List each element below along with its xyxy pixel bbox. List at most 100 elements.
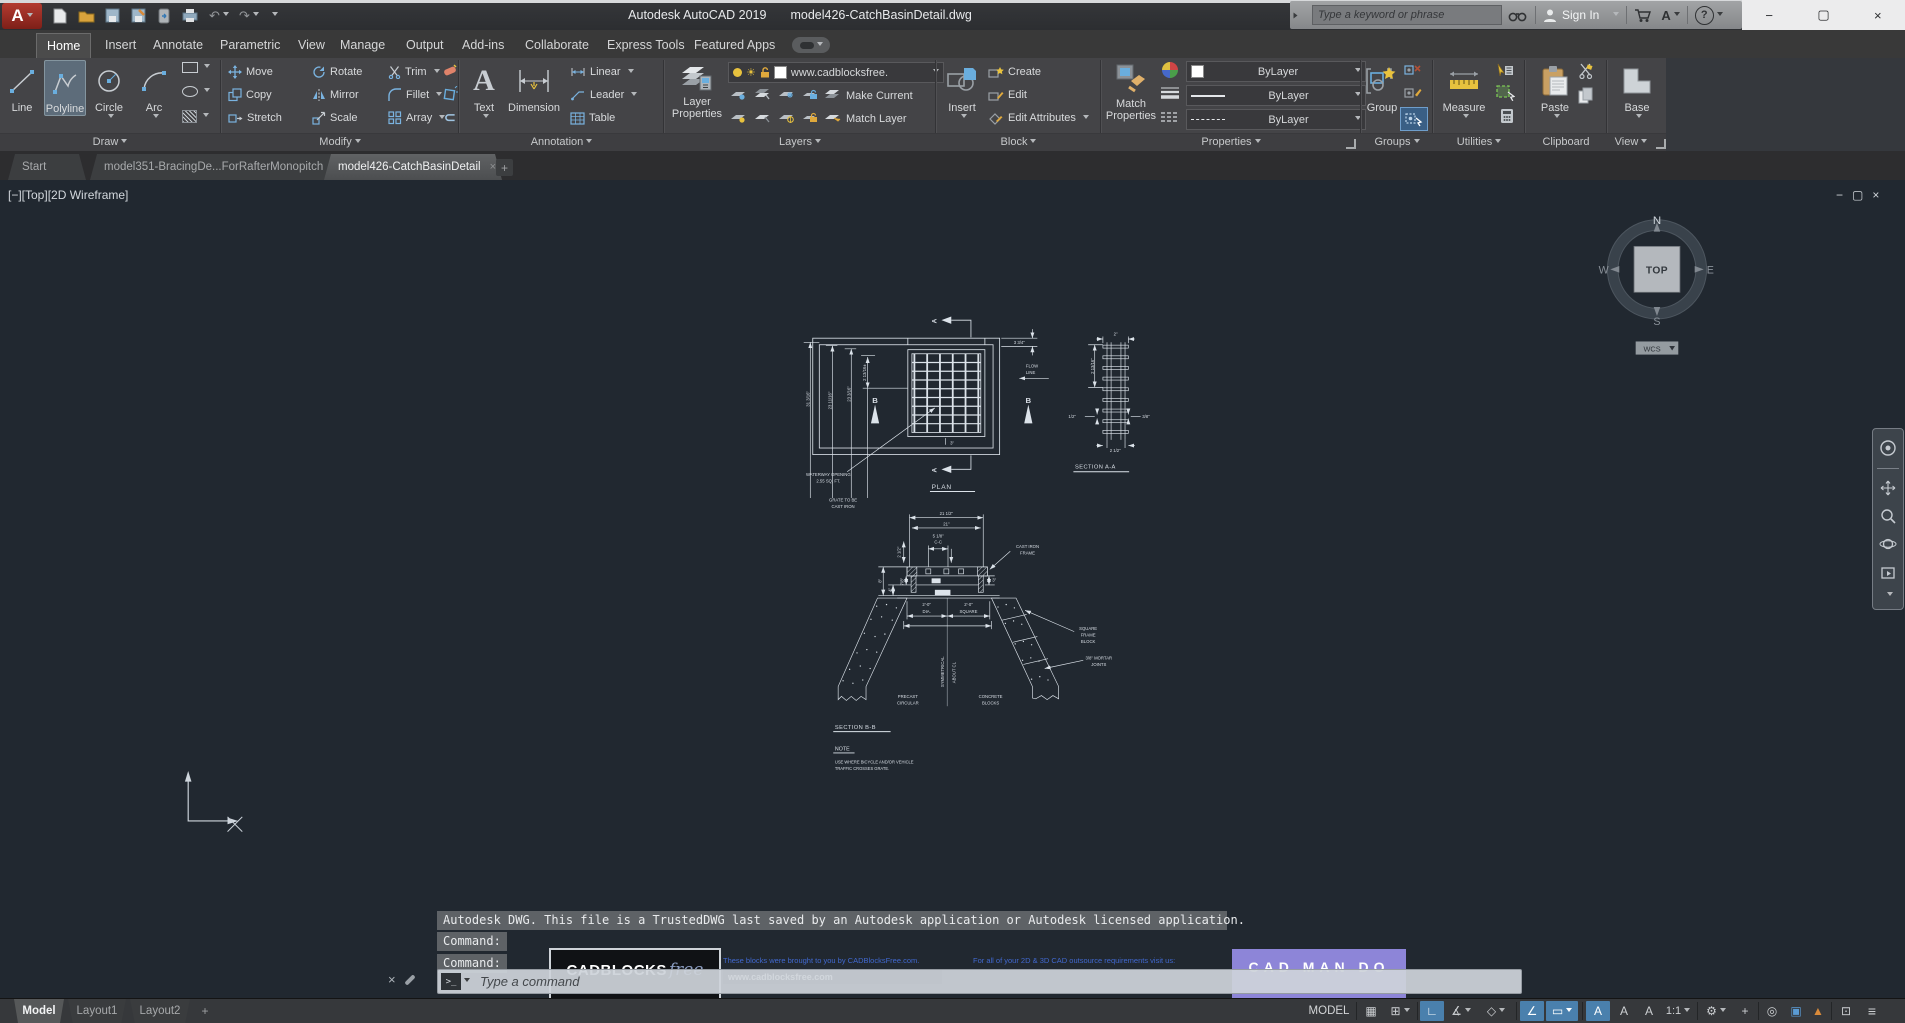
panel-title-clipboard[interactable]: Clipboard — [1526, 134, 1606, 152]
command-bar[interactable]: >_ — [437, 969, 1522, 994]
minimize-button[interactable]: − — [1748, 8, 1790, 23]
store-caret-icon[interactable] — [1673, 11, 1680, 19]
move-button[interactable]: Move — [228, 61, 273, 83]
arc-button[interactable]: Arc — [134, 60, 174, 121]
app-store-cart-icon[interactable] — [1634, 8, 1652, 23]
restore-button[interactable]: ▢ — [1802, 7, 1844, 23]
help-caret-icon[interactable] — [1716, 11, 1723, 19]
make-current-icon[interactable] — [824, 87, 841, 100]
panel-title-layers[interactable]: Layers — [665, 134, 935, 152]
pan-icon[interactable] — [1879, 479, 1897, 497]
scale-button[interactable]: Scale — [312, 107, 358, 129]
new-drawing-tab-button[interactable]: + — [496, 159, 513, 176]
compass-n-label[interactable]: N — [1653, 215, 1661, 227]
hardware-acceleration-button[interactable]: ▣ — [1785, 1001, 1807, 1021]
command-customize-wrench-icon[interactable] — [403, 973, 416, 986]
tab-manage[interactable]: Manage — [330, 33, 395, 58]
navigation-bar[interactable] — [1872, 428, 1904, 610]
new-layout-button[interactable]: + — [196, 1001, 214, 1021]
performance-button[interactable]: ▲ — [1807, 1001, 1829, 1021]
panel-title-groups[interactable]: Groups — [1362, 134, 1432, 152]
annotation-visibility-toggle[interactable]: A — [1586, 1001, 1610, 1021]
fillet-button[interactable]: Fillet — [388, 84, 443, 106]
layer-dropdown[interactable]: ☀ www.cadblocksfree. — [728, 62, 944, 83]
layout1-tab[interactable]: Layout1 — [68, 999, 126, 1023]
tab-featured-apps[interactable]: Featured Apps — [684, 33, 785, 58]
open-button[interactable] — [76, 6, 96, 25]
create-block-button[interactable]: Create — [988, 61, 1041, 83]
circle-button[interactable]: Circle — [88, 60, 130, 121]
group-edit-button[interactable] — [1404, 86, 1422, 101]
tab-output[interactable]: Output — [396, 33, 454, 58]
redo-button[interactable]: ↷ — [236, 6, 262, 25]
select-objects-button[interactable] — [1496, 85, 1515, 101]
cut-button[interactable] — [1578, 63, 1594, 79]
file-tab-start[interactable]: Start — [8, 154, 86, 180]
dynamic-input-toggle[interactable]: ▭ — [1546, 1001, 1578, 1021]
view-compass[interactable]: N E S W TOP WCS — [1599, 215, 1714, 355]
quick-calc-button[interactable] — [1500, 108, 1514, 124]
navbar-caret-icon[interactable] — [1886, 591, 1893, 599]
group-selection-toggle[interactable] — [1400, 107, 1428, 131]
line-button[interactable]: Line — [2, 60, 42, 114]
stretch-button[interactable]: Stretch — [228, 107, 282, 129]
autoscale-toggle[interactable]: A — [1612, 1001, 1636, 1021]
panel-title-properties[interactable]: Properties — [1102, 134, 1360, 152]
panel-title-modify[interactable]: Modify — [222, 134, 458, 152]
command-input[interactable] — [470, 973, 1521, 990]
hatch-tool-button[interactable] — [182, 110, 209, 123]
help-icon[interactable]: ? — [1694, 5, 1714, 25]
quick-select-button[interactable] — [1496, 63, 1514, 78]
showmotion-icon[interactable] — [1879, 564, 1897, 582]
qat-customize-button[interactable] — [266, 6, 280, 25]
match-layer-icon[interactable] — [824, 110, 841, 123]
plot-button[interactable] — [180, 6, 200, 25]
undo-button[interactable]: ↶ — [206, 6, 232, 25]
ellipse-tool-button[interactable] — [182, 86, 210, 97]
edit-block-button[interactable]: Edit — [988, 84, 1027, 106]
properties-launcher-icon[interactable] — [1346, 139, 1356, 149]
command-close-icon[interactable]: × — [388, 972, 396, 987]
model-space-button[interactable]: MODEL — [1305, 1001, 1353, 1021]
text-button[interactable]: A Text — [464, 60, 504, 121]
layer-isolate-icon[interactable] — [754, 87, 771, 100]
compass-w-label[interactable]: W — [1599, 264, 1609, 276]
trim-button[interactable]: Trim — [388, 61, 440, 83]
layer-walk-icon[interactable] — [754, 110, 771, 123]
file-tab-model351[interactable]: model351-BracingDe...ForRafterMonopitch× — [90, 154, 348, 180]
measure-button[interactable]: Measure — [1438, 60, 1490, 121]
linetype-dropdown[interactable]: ByLayer — [1186, 109, 1366, 130]
compass-e-label[interactable]: E — [1707, 264, 1714, 276]
dimension-button[interactable]: Dimension — [506, 60, 562, 114]
edit-attributes-button[interactable]: Edit Attributes — [988, 107, 1089, 129]
layer-lock-icon[interactable] — [802, 87, 817, 100]
explode-button[interactable] — [442, 86, 458, 101]
view-launcher-icon[interactable] — [1656, 139, 1666, 149]
table-button[interactable]: Table — [570, 107, 615, 129]
polyline-button[interactable]: Polyline — [44, 60, 86, 116]
tab-collaborate[interactable]: Collaborate — [515, 33, 599, 58]
isolate-objects-button[interactable]: ◎ — [1761, 1001, 1783, 1021]
tab-express-tools[interactable]: Express Tools — [597, 33, 695, 58]
ungroup-button[interactable] — [1404, 63, 1422, 78]
layer-off-icon[interactable] — [730, 87, 747, 100]
ortho-toggle[interactable]: ∟ — [1420, 1001, 1444, 1021]
tab-add-ins[interactable]: Add-ins — [452, 33, 514, 58]
annotation-scale-button[interactable]: A — [1638, 1001, 1660, 1021]
leader-button[interactable]: Leader — [570, 84, 638, 106]
grid-toggle[interactable]: ▦ — [1359, 1001, 1383, 1021]
paste-button[interactable]: Paste — [1534, 60, 1576, 121]
transfer-button[interactable] — [154, 6, 174, 25]
workspace-switcher[interactable]: ⚙ — [1700, 1001, 1732, 1021]
layer-properties-button[interactable]: Layer Properties — [668, 60, 726, 120]
rectangle-tool-button[interactable] — [182, 62, 210, 73]
layout2-tab[interactable]: Layout2 — [130, 999, 190, 1023]
rotate-button[interactable]: Rotate — [312, 61, 362, 83]
match-properties-button[interactable]: Match Properties — [1104, 60, 1158, 122]
lineweight-dropdown[interactable]: ByLayer — [1186, 85, 1366, 106]
search-input[interactable] — [1312, 5, 1502, 25]
close-button[interactable]: × — [1857, 8, 1899, 23]
layer-bulb-tool-icon[interactable] — [730, 110, 747, 123]
tab-insert[interactable]: Insert — [95, 33, 146, 58]
infocenter-collapse-icon[interactable] — [1293, 12, 1301, 18]
